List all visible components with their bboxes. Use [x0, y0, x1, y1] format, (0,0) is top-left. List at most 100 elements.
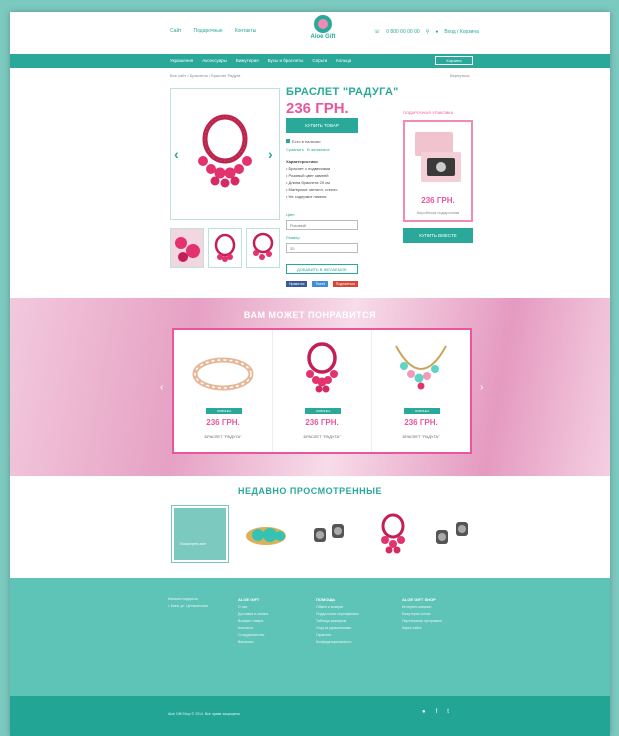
availability: Есть в наличии — [286, 139, 320, 144]
facebook-share[interactable]: Нравится — [286, 281, 308, 287]
prev-image-arrow[interactable]: ‹ — [174, 146, 179, 162]
footer-link[interactable]: Партнерская программа — [402, 619, 442, 623]
twitter-share[interactable]: Tweet — [312, 281, 328, 287]
buy-button[interactable]: КУПИТЬ ТОВАР — [286, 118, 358, 133]
facebook-icon[interactable]: f — [436, 709, 438, 715]
footer-link[interactable]: Сотрудничество — [238, 633, 264, 637]
card-name: БРАСЛЕТ "РАДУГА" — [204, 434, 242, 439]
product-thumbnail[interactable] — [170, 228, 204, 268]
nav-item[interactable]: Кольца — [336, 58, 351, 63]
size-select[interactable]: 20 — [286, 243, 358, 253]
product-title: БРАСЛЕТ "РАДУГА" — [286, 86, 399, 98]
footer-link[interactable]: Подарочные сертификаты — [316, 612, 359, 616]
nav-item[interactable]: Аксессуары — [202, 58, 227, 63]
twitter-icon[interactable]: t — [447, 709, 449, 715]
top-links: Сайт Подарочные Контакты — [170, 28, 256, 34]
nav-item[interactable]: Украшения — [170, 58, 193, 63]
product-main-image[interactable] — [170, 88, 280, 220]
footer-link[interactable]: Контакты — [238, 626, 253, 630]
wishlist-link[interactable]: В желаемое — [307, 147, 330, 152]
recent-view-all[interactable]: Посмотреть все — [172, 506, 228, 562]
phone-icon: ☏ — [374, 29, 381, 35]
logo-icon — [314, 15, 332, 33]
product-thumbnail[interactable] — [208, 228, 242, 268]
bracelet-image — [306, 342, 338, 393]
product-card[interactable]: НОВИНКА 236 ГРН. БРАСЛЕТ "РАДУГА" — [273, 330, 372, 452]
phone-number[interactable]: 0 800 00 00 00 — [386, 29, 419, 35]
product-thumbnail[interactable] — [246, 228, 280, 268]
footer-about: Магазин подарков г. Киев, ул. Центральная — [168, 597, 208, 608]
recent-item[interactable] — [238, 506, 294, 562]
header: Сайт Подарочные Контакты Aloe Gift ☏ 0 8… — [10, 12, 610, 50]
copyright: Aloe Gift Shop © 2014. Все права защищен… — [168, 712, 240, 716]
color-select[interactable]: Розовый — [286, 220, 358, 230]
gift-box-title: ПОДАРОЧНАЯ УПАКОВКА — [403, 110, 454, 115]
recent-title: НЕДАВНО ПРОСМОТРЕННЫЕ — [238, 486, 382, 496]
footer-col-2: ПОМОЩЬ Обмен и возврат Подарочные сертиф… — [316, 597, 359, 644]
card-price: 236 ГРН. — [206, 418, 240, 427]
user-icon[interactable]: ● — [435, 29, 438, 35]
compare-wishlist: Сравнить В желаемое — [286, 147, 330, 152]
buy-together-button[interactable]: КУПИТЬ ВМЕСТЕ — [403, 228, 473, 243]
logo[interactable]: Aloe Gift — [303, 15, 343, 40]
footer-link[interactable]: Гарантия — [316, 633, 331, 637]
compare-link[interactable]: Сравнить — [286, 147, 304, 152]
footer-link[interactable]: Доставка и оплата — [238, 612, 268, 616]
instagram-icon[interactable]: ● — [422, 709, 426, 715]
card-price: 236 ГРН. — [404, 418, 438, 427]
add-wishlist-button[interactable]: ДОБАВИТЬ В ЖЕЛАЕМОЕ — [286, 264, 358, 274]
page-frame: Сайт Подарочные Контакты Aloe Gift ☏ 0 8… — [10, 12, 610, 736]
footer-link[interactable]: О нас — [238, 605, 247, 609]
footer-col-1: ALOE GIFT О нас Доставка и оплата Возвра… — [238, 597, 269, 644]
top-link[interactable]: Подарочные — [194, 28, 223, 34]
footer-link[interactable]: Обмен и возврат — [316, 605, 343, 609]
gift-box-price: 236 ГРН. — [421, 196, 455, 205]
footer-link[interactable]: Бижутерия оптом — [402, 612, 430, 616]
footer-link[interactable]: Интернет-магазин — [402, 605, 431, 609]
search-icon[interactable]: ⚲ — [426, 29, 430, 35]
footer-link[interactable]: Конфиденциальность — [316, 640, 352, 644]
product-card[interactable]: НОВИНКА 236 ГРН. БРАСЛЕТ "РАДУГА" — [372, 330, 470, 452]
product-card[interactable]: НОВИНКА 236 ГРН. БРАСЛЕТ "РАДУГА" — [174, 330, 273, 452]
recommend-section: ВАМ МОЖЕТ ПОНРАВИТСЯ ‹ › НОВИНКА 236 ГРН… — [10, 298, 610, 476]
gift-box-name: Коробочка подарочная — [416, 210, 460, 215]
footer-link[interactable]: Возврат товара — [238, 619, 263, 623]
footer-bottom: Aloe Gift Shop © 2014. Все права защищен… — [10, 696, 610, 736]
nav-item[interactable]: Бижутерия — [236, 58, 259, 63]
gift-box-card[interactable] — [403, 120, 473, 222]
card-name: БРАСЛЕТ "РАДУГА" — [402, 434, 440, 439]
footer-link[interactable]: Карта сайта — [402, 626, 422, 630]
bracelet-image — [198, 114, 252, 188]
recommend-prev-arrow[interactable]: ‹ — [160, 382, 163, 393]
size-label: Размер — [286, 235, 300, 240]
google-share[interactable]: Поделиться — [332, 281, 359, 287]
necklace-image — [395, 345, 447, 390]
recent-item[interactable] — [302, 506, 358, 562]
login-link[interactable]: Вход / Корзина — [444, 29, 479, 35]
new-badge: НОВИНКА — [404, 408, 440, 414]
top-link[interactable]: Сайт — [170, 28, 182, 34]
new-badge: НОВИНКА — [305, 408, 341, 414]
recent-item[interactable] — [426, 506, 482, 562]
footer-link[interactable]: Таблица размеров — [316, 619, 346, 623]
recommend-next-arrow[interactable]: › — [480, 382, 483, 393]
product-price: 236 ГРН. — [286, 100, 349, 117]
footer-link[interactable]: Вакансии — [238, 640, 253, 644]
recommend-carousel: НОВИНКА 236 ГРН. БРАСЛЕТ "РАДУГА" НОВИНК… — [172, 328, 472, 454]
nav-item[interactable]: Бусы и браслеты — [268, 58, 304, 63]
top-link[interactable]: Контакты — [235, 28, 257, 34]
nav-item[interactable]: Серьги — [312, 58, 327, 63]
social-links: ● f t — [422, 709, 449, 715]
gift-box-image — [415, 132, 461, 182]
footer-link[interactable]: Уход за украшениями — [316, 626, 351, 630]
header-contacts: ☏ 0 800 00 00 00 ⚲ ● Вход / Корзина — [374, 29, 479, 35]
new-badge: НОВИНКА — [206, 408, 242, 414]
breadcrumb[interactable]: Все сайт / Браслеты / Браслет Радуга — [170, 73, 240, 78]
bangle-image — [192, 357, 254, 391]
back-link[interactable]: Вернуться — [450, 73, 469, 78]
recent-item[interactable] — [365, 506, 421, 562]
main-nav: Украшения Аксессуары Бижутерия Бусы и бр… — [10, 54, 610, 68]
next-image-arrow[interactable]: › — [268, 146, 273, 162]
cart-button[interactable]: Корзина — [435, 56, 473, 65]
product-description: Характеристики • Браслет с подвесками • … — [286, 159, 338, 199]
